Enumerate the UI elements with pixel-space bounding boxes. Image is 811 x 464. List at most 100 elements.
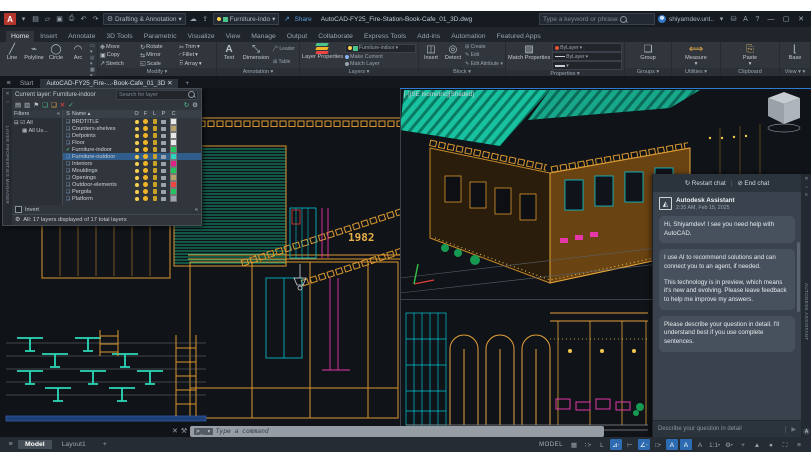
layer-row[interactable]: Furniture-outdoor (63, 153, 201, 160)
panel-label-groups[interactable]: Groups ▾ (625, 68, 671, 76)
edit-block-button[interactable]: ✎ Edit (465, 52, 503, 58)
status-toggle[interactable]: ▦ (568, 439, 580, 450)
plot-icon[interactable] (161, 190, 166, 194)
color-swatch[interactable] (170, 132, 177, 139)
ribbon-tab[interactable]: Featured Apps (492, 31, 546, 42)
layout-menu-icon[interactable]: ≡ (6, 440, 15, 449)
assistant-panel-title-bar[interactable]: ✕ ⇔ ≡ AUTODESK ASSISTANT A (801, 174, 811, 437)
lock-icon[interactable] (153, 154, 157, 159)
palette-settings-icon[interactable]: ⚙ (15, 217, 20, 223)
close-icon[interactable]: ✕ (172, 427, 178, 435)
customize-icon[interactable]: ⚒ (181, 427, 187, 435)
close-icon[interactable]: ✕ (5, 91, 9, 97)
status-toggle[interactable]: ⊢ (624, 439, 636, 450)
polyline-button[interactable]: ⌁Polyline (24, 43, 44, 79)
ribbon-tab[interactable]: Output (282, 31, 312, 42)
autodesk-app-icon[interactable]: A (741, 15, 750, 24)
status-toggle[interactable]: 1:1▾ (708, 439, 721, 450)
end-chat-button[interactable]: ⊘ End chat (737, 180, 769, 187)
plot-icon[interactable] (161, 127, 166, 131)
viewport-divider-horizontal[interactable] (400, 299, 652, 300)
undo-icon[interactable]: ↶ (79, 15, 88, 24)
on-bulb-icon[interactable] (135, 141, 139, 145)
paste-button[interactable]: ⎘Paste ▾ (740, 43, 760, 68)
lock-icon[interactable] (153, 119, 157, 124)
autocad-logo[interactable]: A (4, 13, 16, 25)
collapse-icon[interactable]: « (195, 207, 198, 213)
ribbon-tab[interactable]: 3D Tools (101, 31, 137, 42)
chat-scrollbar[interactable] (797, 242, 800, 312)
freeze-sun-icon[interactable] (143, 133, 148, 138)
plot-icon[interactable] (161, 134, 166, 138)
on-bulb-icon[interactable] (135, 162, 139, 166)
lock-icon[interactable] (153, 189, 157, 194)
plot-icon[interactable]: ⎙ (67, 15, 76, 24)
ellipse-icon[interactable]: ◎ ▾ (90, 55, 95, 67)
layer-row[interactable]: Counters-shelves (63, 125, 201, 132)
viewport-controls-label[interactable]: [-][SE Isometric][Shaded] (404, 91, 474, 98)
app-menu-caret-icon[interactable]: ▾ (19, 15, 28, 24)
status-toggle[interactable]: ● (765, 439, 777, 450)
close-tab-icon[interactable]: ✕ (167, 80, 172, 87)
plot-icon[interactable] (161, 120, 166, 124)
new-group-filter-icon[interactable]: ▥ (24, 101, 30, 109)
ribbon-tab[interactable]: View (221, 31, 246, 42)
ribbon-tab[interactable]: Home (6, 31, 34, 42)
rectangle-icon[interactable]: ▭ ▾ (90, 43, 95, 55)
freeze-sun-icon[interactable] (143, 154, 148, 159)
status-toggle[interactable]: ⚙▾ (723, 439, 735, 450)
array-button[interactable]: ⠿Array ▾ (179, 60, 214, 67)
layer-row[interactable]: Floor (63, 139, 201, 146)
ribbon-tab[interactable]: Visualize (183, 31, 220, 42)
lock-icon[interactable] (153, 168, 157, 173)
linetype-combo[interactable]: ByLayer▾ (552, 52, 622, 61)
search-icon[interactable] (620, 16, 627, 23)
close-icon[interactable]: ✕ (804, 176, 808, 182)
new-property-filter-icon[interactable]: ▤ (15, 101, 21, 109)
status-toggle[interactable]: ≡ (793, 439, 805, 450)
restart-chat-button[interactable]: ↻ Restart chat (685, 180, 726, 187)
color-swatch[interactable] (170, 160, 177, 167)
lock-icon[interactable] (153, 161, 157, 166)
on-bulb-icon[interactable] (135, 127, 139, 131)
layer-row[interactable]: Openings (63, 174, 201, 181)
redo-icon[interactable]: ↷ (91, 15, 100, 24)
tab-model[interactable]: Model (18, 440, 52, 449)
avatar[interactable] (658, 15, 666, 23)
freeze-sun-icon[interactable] (143, 175, 148, 180)
move-button[interactable]: ✥Move (100, 44, 136, 51)
panel-label-layers[interactable]: Layers ▾ (300, 68, 418, 76)
lock-icon[interactable] (153, 126, 157, 131)
measure-button[interactable]: ⟺Measure ▾ (685, 43, 707, 68)
freeze-sun-icon[interactable] (143, 140, 148, 145)
status-toggle[interactable]: ⛶ (779, 439, 791, 450)
autohide-icon[interactable]: ⇔ (5, 99, 10, 105)
trim-button[interactable]: ✂Trim ▾ (179, 44, 214, 51)
ribbon-tab[interactable]: Add-ins (412, 31, 445, 42)
filter-all[interactable]: ⊟ ☑ All (14, 120, 60, 126)
layer-combo[interactable]: Furniture-indoor▾ (345, 44, 416, 53)
status-toggle[interactable]: A (666, 439, 678, 450)
viewport-divider-vertical[interactable] (400, 88, 401, 437)
ribbon-tab[interactable]: Collaborate (313, 31, 358, 42)
layer-row[interactable]: Platform (63, 195, 201, 202)
autohide-icon[interactable]: ⇔ (804, 184, 809, 190)
status-toggle[interactable]: A (694, 439, 706, 450)
layer-row[interactable]: Pergola (63, 188, 201, 195)
layer-row[interactable]: Furniture-indoor (63, 146, 201, 153)
plot-icon[interactable] (161, 148, 166, 152)
chat-input[interactable]: Describe your question in detail ▶ (653, 420, 801, 437)
plot-icon[interactable] (161, 155, 166, 159)
panel-label-modify[interactable]: Modify ▾ (98, 68, 216, 76)
color-swatch[interactable] (170, 188, 177, 195)
status-toggle[interactable]: + (737, 439, 749, 450)
ribbon-tab[interactable]: Express Tools (359, 31, 411, 42)
layer-row[interactable]: Defpoints (63, 132, 201, 139)
properties-icon[interactable]: ≡ (805, 192, 808, 198)
on-bulb-icon[interactable] (135, 148, 139, 152)
text-button[interactable]: AText (219, 43, 239, 68)
lock-icon[interactable] (153, 175, 157, 180)
workspace-combo[interactable]: ⚙ Drafting & Annotation ▾ (103, 13, 186, 25)
invert-checkbox[interactable] (15, 206, 22, 213)
on-bulb-icon[interactable] (135, 183, 139, 187)
